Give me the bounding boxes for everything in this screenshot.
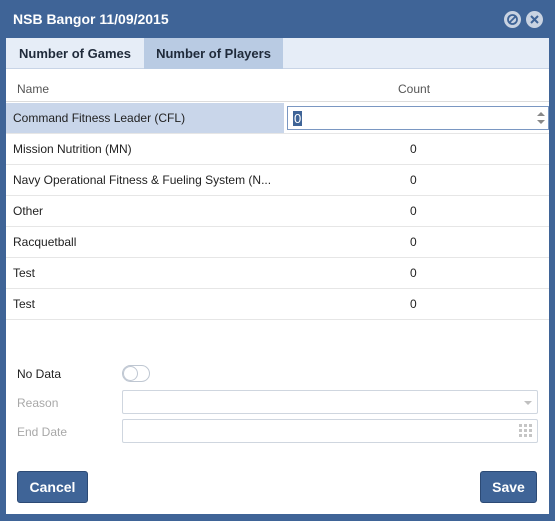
save-button[interactable]: Save <box>480 471 537 503</box>
close-icon[interactable] <box>526 11 543 28</box>
row-count[interactable]: 0 <box>410 173 417 187</box>
spinner-arrows-icon[interactable] <box>536 110 546 126</box>
chevron-down-icon[interactable] <box>523 400 533 406</box>
row-name: Mission Nutrition (MN) <box>13 142 132 156</box>
row-name: Test <box>13 266 36 280</box>
cancel-button[interactable]: Cancel <box>17 471 88 503</box>
row-name: Navy Operational Fitness & Fueling Syste… <box>13 173 272 187</box>
row-name: Other <box>13 204 44 218</box>
tab-number-of-players[interactable]: Number of Players <box>144 38 283 69</box>
row-count[interactable]: 0 <box>410 266 417 280</box>
table-row[interactable]: Navy Operational Fitness & Fueling Syste… <box>6 165 549 196</box>
row-name: Racquetball <box>13 235 77 249</box>
column-header-count[interactable]: Count <box>398 82 430 96</box>
row-count[interactable]: 0 <box>410 297 417 311</box>
count-numeric-input[interactable]: 0 <box>287 106 549 130</box>
minimize-icon[interactable] <box>504 11 521 28</box>
title-bar[interactable]: NSB Bangor 11/09/2015 <box>0 0 555 38</box>
row-count[interactable]: 0 <box>410 204 417 218</box>
end-date-label: End Date <box>17 425 68 439</box>
table-row[interactable]: Other 0 <box>6 196 549 227</box>
table-row[interactable]: Racquetball 0 <box>6 227 549 258</box>
column-header-name[interactable]: Name <box>17 82 49 96</box>
no-data-toggle[interactable] <box>122 365 150 382</box>
reason-dropdown[interactable] <box>122 390 538 414</box>
no-data-label: No Data <box>17 367 62 381</box>
tab-strip: Number of Games Number of Players <box>6 38 549 69</box>
table-row[interactable]: Command Fitness Leader (CFL) 0 <box>6 103 549 134</box>
reason-label: Reason <box>17 396 59 410</box>
table-row[interactable]: Test 0 <box>6 258 549 289</box>
end-date-picker[interactable] <box>122 419 538 443</box>
toggle-knob <box>123 366 138 381</box>
dialog-title: NSB Bangor 11/09/2015 <box>13 11 169 27</box>
tab-number-of-games[interactable]: Number of Games <box>6 38 144 69</box>
calendar-icon[interactable] <box>519 424 533 438</box>
count-input-value[interactable]: 0 <box>293 111 303 126</box>
row-count[interactable]: 0 <box>410 142 417 156</box>
table-row[interactable]: Mission Nutrition (MN) 0 <box>6 134 549 165</box>
grid-header: Name Count <box>6 78 549 102</box>
row-name: Test <box>13 297 36 311</box>
row-count[interactable]: 0 <box>410 235 417 249</box>
row-name: Command Fitness Leader (CFL) <box>13 111 186 125</box>
dialog-content: Number of Games Number of Players Name C… <box>6 38 549 514</box>
table-row[interactable]: Test 0 <box>6 289 549 320</box>
dialog-window: NSB Bangor 11/09/2015 Number of Games Nu… <box>0 0 555 521</box>
